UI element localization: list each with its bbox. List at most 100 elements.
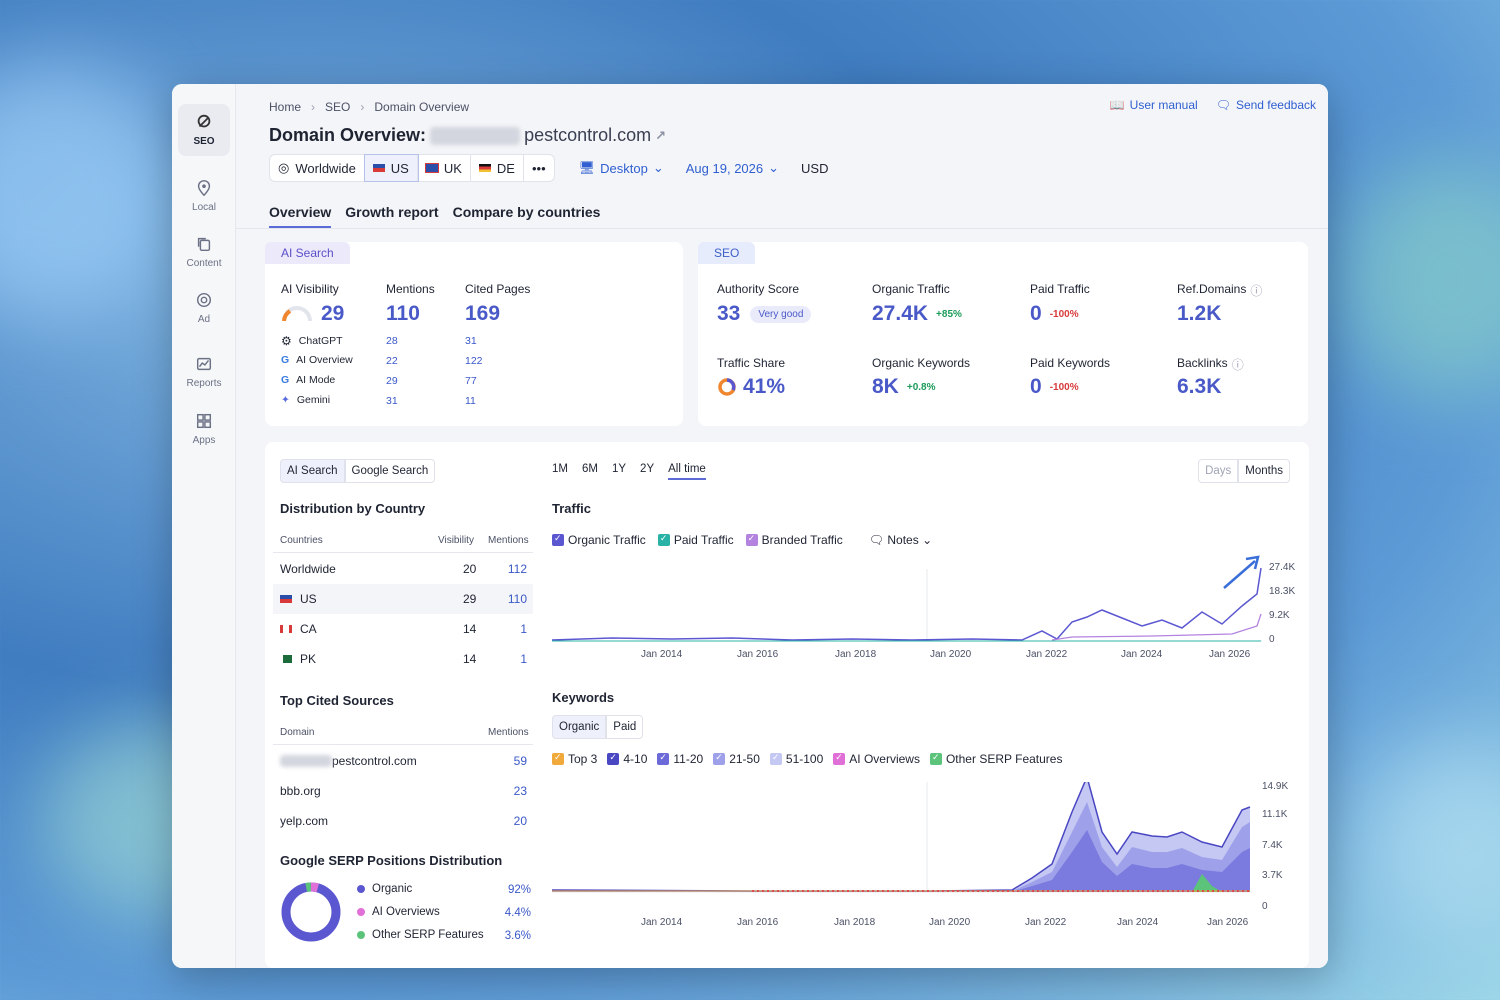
legend-organic-traffic[interactable]: Organic Traffic	[552, 533, 646, 547]
platform-name: AI Overview	[296, 354, 353, 366]
days-toggle[interactable]: Days	[1198, 459, 1239, 483]
range-2y[interactable]: 2Y	[640, 463, 654, 480]
currency-label: USD	[801, 160, 829, 176]
rail-item-seo[interactable]: SEO	[178, 104, 230, 156]
device-dropdown[interactable]: 🖥 Desktop ⌄	[579, 160, 664, 176]
keywords-legend: Top 3 4-10 11-20 21-50 51-100 AI Overvie…	[552, 752, 1062, 766]
x-tick: Jan 2024	[1117, 917, 1159, 928]
tab-growth-report[interactable]: Growth report	[345, 204, 438, 228]
info-icon[interactable]: ⓘ	[1250, 282, 1262, 299]
tab-overview[interactable]: Overview	[269, 204, 332, 228]
legend-11-20[interactable]: 11-20	[657, 752, 703, 766]
rail-item-apps[interactable]: Apps	[178, 403, 230, 455]
date-dropdown[interactable]: Aug 19, 2026 ⌄	[686, 160, 779, 176]
paid-traffic[interactable]: 0 -100%	[1030, 302, 1079, 326]
legend-21-50[interactable]: 21-50	[713, 752, 760, 766]
table-row[interactable]: Worldwide 20 112	[273, 554, 533, 584]
table-row[interactable]: CA 14 1	[273, 614, 533, 644]
table-row[interactable]: bbb.org 23	[273, 776, 533, 806]
table-row[interactable]: US 29 110	[273, 584, 533, 614]
source-toggle: AI Search Google Search	[280, 459, 436, 483]
uk-option[interactable]: UK	[418, 155, 471, 181]
range-1m[interactable]: 1M	[552, 463, 568, 480]
database-selector: ◎ Worldwide US UK DE •••	[269, 154, 555, 182]
col-mentions[interactable]: Mentions	[488, 727, 529, 738]
cited-domain[interactable]: bbb.org	[280, 784, 321, 798]
ref-domains-value[interactable]: 1.2K	[1177, 302, 1221, 326]
country-mentions[interactable]: 112	[508, 562, 527, 576]
backlinks-value[interactable]: 6.3K	[1177, 375, 1221, 399]
us-option[interactable]: US	[363, 154, 419, 182]
col-visibility[interactable]: Visibility	[438, 535, 474, 546]
table-row[interactable]: pestcontrol.com 59	[273, 746, 533, 776]
table-row[interactable]: yelp.com 20	[273, 806, 533, 836]
more-databases-button[interactable]: •••	[524, 155, 554, 181]
x-tick: Jan 2018	[834, 917, 876, 928]
legend-top3[interactable]: Top 3	[552, 752, 597, 766]
x-tick: Jan 2024	[1121, 649, 1163, 660]
user-manual-link[interactable]: 📖 User manual	[1110, 98, 1198, 112]
blurred-domain-prefix	[280, 755, 332, 767]
crumb-home[interactable]: Home	[269, 100, 301, 114]
paid-toggle[interactable]: Paid	[606, 715, 644, 739]
traffic-share-value: 41%	[743, 375, 786, 398]
range-all-time[interactable]: All time	[668, 463, 706, 480]
organic-traffic[interactable]: 27.4K +85%	[872, 302, 962, 326]
date-label: Aug 19, 2026	[685, 160, 764, 176]
legend-label: AI Overviews	[849, 752, 920, 766]
external-link-icon[interactable]: ↗	[655, 128, 666, 144]
info-icon[interactable]: ⓘ	[1232, 356, 1244, 373]
google-search-toggle[interactable]: Google Search	[344, 459, 436, 483]
table-row[interactable]: PK 14 1	[273, 644, 533, 674]
country-visibility: 20	[463, 562, 477, 576]
serp-value: 3.6%	[504, 930, 531, 942]
paid-keywords[interactable]: 0 -100%	[1030, 375, 1079, 399]
months-toggle[interactable]: Months	[1238, 459, 1290, 483]
traffic-title: Traffic	[552, 501, 592, 516]
ai-search-toggle[interactable]: AI Search	[280, 459, 345, 483]
legend-4-10[interactable]: 4-10	[607, 752, 647, 766]
legend-paid-traffic[interactable]: Paid Traffic	[657, 533, 734, 547]
organic-keywords-value: 8K	[872, 375, 899, 398]
serp-value: 92%	[507, 884, 531, 896]
y-tick: 0	[1262, 901, 1268, 912]
country-mentions[interactable]: 110	[508, 592, 527, 606]
tab-compare-countries[interactable]: Compare by countries	[453, 204, 601, 228]
us-label: US	[390, 160, 409, 176]
platform-mentions: 22	[386, 355, 398, 367]
country-mentions[interactable]: 1	[520, 622, 527, 636]
ref-domains-label-wrap: Ref.Domains ⓘ	[1177, 282, 1262, 299]
range-1y[interactable]: 1Y	[612, 463, 626, 480]
legend-51-100[interactable]: 51-100	[769, 752, 823, 766]
cited-domain[interactable]: yelp.com	[280, 814, 328, 828]
country-mentions[interactable]: 1	[520, 652, 527, 666]
organic-toggle[interactable]: Organic	[552, 715, 607, 739]
cited-domain[interactable]: pestcontrol.com	[332, 754, 417, 768]
legend-label: 4-10	[623, 752, 648, 766]
rail-item-content[interactable]: Content	[178, 226, 230, 278]
mentions-value: 110	[386, 302, 420, 325]
legend-label: Branded Traffic	[761, 533, 843, 547]
country-name: PK	[300, 652, 317, 666]
col-mentions[interactable]: Mentions	[488, 535, 529, 546]
legend-ai-overviews[interactable]: AI Overviews	[833, 752, 920, 766]
organic-keywords[interactable]: 8K +0.8%	[872, 375, 936, 399]
serp-name: Organic	[372, 883, 413, 895]
cited-mentions[interactable]: 23	[514, 784, 527, 798]
crumb-seo[interactable]: SEO	[325, 100, 350, 114]
x-tick: Jan 2016	[737, 649, 779, 660]
send-feedback-link[interactable]: 🗨 Send feedback	[1216, 98, 1316, 112]
notes-dropdown[interactable]: 🗨 Notes ⌄	[869, 533, 932, 547]
legend-other-serp[interactable]: Other SERP Features	[929, 752, 1062, 766]
cited-mentions[interactable]: 59	[514, 754, 527, 768]
rail-item-reports[interactable]: Reports	[178, 346, 230, 398]
worldwide-option[interactable]: ◎ Worldwide	[270, 155, 365, 181]
chevron-right-icon: ›	[360, 100, 365, 114]
rail-item-ad[interactable]: Ad	[178, 282, 230, 334]
range-6m[interactable]: 6M	[582, 463, 598, 480]
traffic-share: 41%	[717, 375, 785, 399]
rail-item-local[interactable]: Local	[178, 170, 230, 222]
cited-mentions[interactable]: 20	[514, 814, 527, 828]
legend-branded-traffic[interactable]: Branded Traffic	[745, 533, 843, 547]
de-option[interactable]: DE	[471, 155, 524, 181]
